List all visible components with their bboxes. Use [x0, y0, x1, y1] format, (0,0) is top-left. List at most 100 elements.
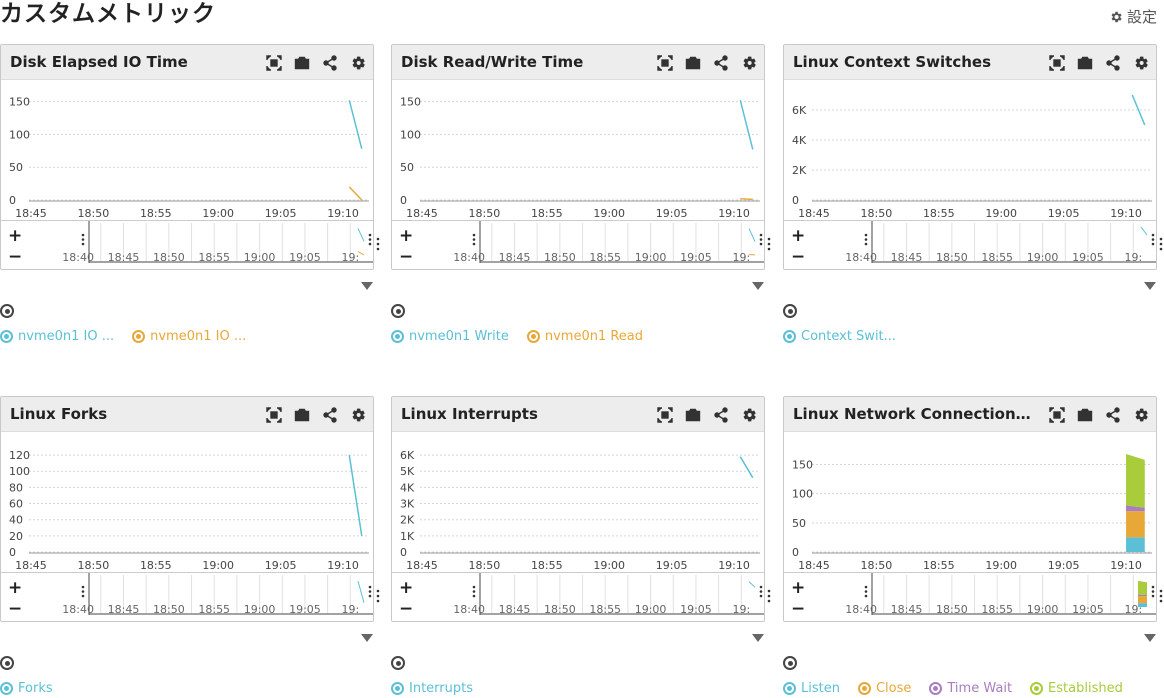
dropdown-arrow-icon[interactable]: [361, 282, 373, 290]
range-navigator[interactable]: 18:40 18:45 18:50 18:55 19:00 19:05 19: + −: [1, 572, 373, 621]
settings-link[interactable]: 設定: [1109, 6, 1157, 27]
toggle-all-series-radio[interactable]: [0, 304, 14, 318]
toggle-all-series-radio[interactable]: [391, 656, 405, 670]
legend-item[interactable]: Forks: [0, 681, 53, 696]
navigator-right-handle[interactable]: [1151, 585, 1155, 598]
toggle-all-series-radio[interactable]: [391, 304, 405, 318]
navigator-left-handle[interactable]: [81, 233, 85, 246]
navigator-right-handle[interactable]: [759, 585, 763, 598]
share-button[interactable]: [320, 53, 339, 72]
navigator-tick-label: 18:45: [108, 603, 140, 616]
zoom-in-button[interactable]: +: [8, 228, 22, 245]
navigator-right-handle[interactable]: [1159, 588, 1163, 603]
zoom-in-button[interactable]: +: [8, 580, 22, 597]
x-tick-label: 19:00: [985, 207, 1017, 220]
handle-dot: [759, 594, 763, 598]
range-navigator[interactable]: 18:40 18:45 18:50 18:55 19:00 19:05 19: + −: [392, 220, 764, 269]
range-navigator[interactable]: 18:40 18:45 18:50 18:55 19:00 19:05 19: + −: [1, 220, 373, 269]
legend-item[interactable]: Listen: [783, 681, 840, 696]
handle-dot: [81, 238, 85, 241]
x-tick-label: 18:55: [923, 559, 955, 572]
chart-settings-button[interactable]: [348, 53, 367, 72]
zoom-out-button[interactable]: −: [399, 249, 413, 266]
dropdown-arrow-icon[interactable]: [752, 634, 764, 642]
dropdown-arrow-icon[interactable]: [1144, 282, 1156, 290]
expand-icon: [656, 406, 673, 423]
snapshot-button[interactable]: [292, 405, 311, 424]
zoom-out-button[interactable]: −: [399, 601, 413, 618]
share-button[interactable]: [320, 405, 339, 424]
chart-settings-button[interactable]: [1131, 53, 1150, 72]
chart-title: Linux Network Connection St...: [793, 405, 1033, 423]
navigator-right-handle[interactable]: [767, 588, 771, 603]
zoom-out-button[interactable]: −: [8, 601, 22, 618]
gear-icon: [351, 408, 365, 421]
navigator-right-handle[interactable]: [368, 233, 372, 246]
share-button[interactable]: [1103, 53, 1122, 72]
navigator-tick-label: 19:00: [635, 251, 667, 264]
chart-settings-button[interactable]: [739, 405, 758, 424]
expand-button[interactable]: [264, 405, 283, 424]
navigator-right-handle[interactable]: [368, 585, 372, 598]
navigator-left-handle[interactable]: [472, 585, 476, 598]
legend-item[interactable]: nvme0n1 Write: [391, 329, 509, 344]
share-button[interactable]: [711, 53, 730, 72]
y-tick-label: 50: [9, 161, 23, 174]
snapshot-button[interactable]: [683, 53, 702, 72]
navigator-left-handle[interactable]: [81, 585, 85, 598]
legend-item[interactable]: nvme0n1 IO ...: [0, 329, 114, 344]
navigator-right-handle[interactable]: [376, 236, 380, 251]
zoom-in-button[interactable]: +: [791, 580, 805, 597]
zoom-in-button[interactable]: +: [399, 580, 413, 597]
snapshot-button[interactable]: [292, 53, 311, 72]
navigator-left-handle[interactable]: [472, 233, 476, 246]
zoom-out-button[interactable]: −: [791, 601, 805, 618]
dropdown-arrow-icon[interactable]: [1144, 634, 1156, 642]
zoom-in-button[interactable]: +: [399, 228, 413, 245]
range-navigator[interactable]: 18:40 18:45 18:50 18:55 19:00 19:05 19: + −: [392, 572, 764, 621]
navigator-left-handle[interactable]: [864, 233, 868, 246]
legend-item[interactable]: nvme0n1 IO ...: [132, 329, 246, 344]
navigator-left-handle[interactable]: [864, 585, 868, 598]
share-button[interactable]: [1103, 405, 1122, 424]
snapshot-button[interactable]: [683, 405, 702, 424]
expand-button[interactable]: [1047, 405, 1066, 424]
expand-button[interactable]: [655, 405, 674, 424]
range-navigator[interactable]: 18:40 18:45 18:50 18:55 19:00 19:05 19: + −: [784, 220, 1156, 269]
legend-item[interactable]: Interrupts: [391, 681, 473, 696]
navigator-right-handle[interactable]: [1159, 236, 1163, 251]
expand-button[interactable]: [264, 53, 283, 72]
navigator-right-handle[interactable]: [759, 233, 763, 246]
zoom-out-button[interactable]: −: [791, 249, 805, 266]
legend-item[interactable]: nvme0n1 Read: [526, 329, 643, 344]
expand-button[interactable]: [1047, 53, 1066, 72]
navigator-tick-label: 18:50: [153, 603, 185, 616]
expand-button[interactable]: [655, 53, 674, 72]
handle-dot: [864, 242, 868, 246]
x-tick-label: 19:00: [202, 559, 234, 572]
zoom-in-button[interactable]: +: [791, 228, 805, 245]
navigator-right-handle[interactable]: [376, 588, 380, 603]
y-tick-label: 5K: [400, 465, 415, 478]
navigator-right-handle[interactable]: [1151, 233, 1155, 246]
zoom-out-button[interactable]: −: [8, 249, 22, 266]
dropdown-arrow-icon[interactable]: [361, 634, 373, 642]
dropdown-arrow-icon[interactable]: [752, 282, 764, 290]
share-button[interactable]: [711, 405, 730, 424]
range-navigator[interactable]: 18:40 18:45 18:50 18:55 19:00 19:05 19: + −: [784, 572, 1156, 621]
legend-item[interactable]: Time Wait: [929, 681, 1012, 696]
chart-settings-button[interactable]: [348, 405, 367, 424]
chart-settings-button[interactable]: [1131, 405, 1150, 424]
navigator-right-handle[interactable]: [767, 236, 771, 251]
y-tick-label: 0: [792, 194, 799, 207]
y-tick-label: 3K: [400, 498, 415, 511]
snapshot-button[interactable]: [1075, 405, 1094, 424]
toggle-all-series-radio[interactable]: [783, 656, 797, 670]
toggle-all-series-radio[interactable]: [783, 304, 797, 318]
legend-item[interactable]: Context Swit...: [783, 329, 896, 344]
snapshot-button[interactable]: [1075, 53, 1094, 72]
legend-item[interactable]: Close: [857, 681, 911, 696]
toggle-all-series-radio[interactable]: [0, 656, 14, 670]
legend-item[interactable]: Established: [1030, 681, 1123, 696]
chart-settings-button[interactable]: [739, 53, 758, 72]
